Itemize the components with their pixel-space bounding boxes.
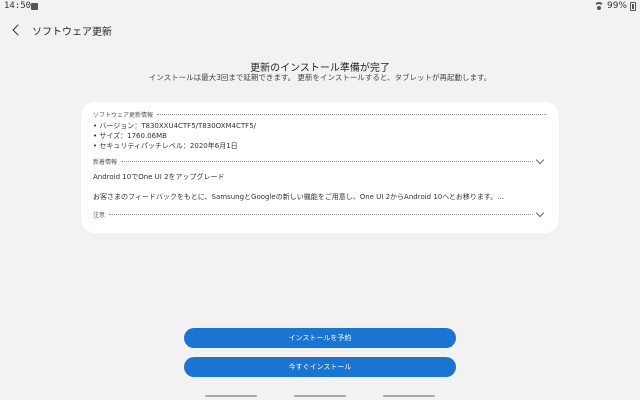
nav-bar-indicator xyxy=(205,395,257,397)
nav-bar-indicator xyxy=(294,395,346,397)
page-title: ソフトウェア更新 xyxy=(32,27,112,38)
security-patch-line: • セキュリティパッチレベル：2020年6月1日 xyxy=(93,142,238,150)
chevron-down-icon[interactable] xyxy=(535,208,545,218)
whats-new-line-1: Android 10でOne UI 2をアップグレード xyxy=(93,173,225,181)
battery-percent: 99% xyxy=(606,1,627,11)
software-info-section-header: ソフトウェア更新情報 xyxy=(93,110,547,119)
install-now-button[interactable]: 今すぐインストール xyxy=(184,357,456,377)
update-ready-subheading: インストールは最大3回まで延期できます。 更新をインストールすると、タブレットが… xyxy=(148,73,492,82)
app-header: ソフトウェア更新 xyxy=(0,18,640,42)
whats-new-section-header[interactable]: 新着情報 xyxy=(93,157,533,166)
software-info-title: ソフトウェア更新情報 xyxy=(93,112,154,119)
battery-icon xyxy=(630,1,636,11)
size-line: • サイズ：1760.06MB xyxy=(93,132,167,140)
chevron-down-icon[interactable] xyxy=(535,155,545,165)
status-right: 99% xyxy=(593,1,636,11)
wifi-icon xyxy=(593,2,604,10)
update-info-card: ソフトウェア更新情報 • バージョン：T830XXU4CTF5/T830OXM4… xyxy=(81,102,559,233)
status-time: 14:50 xyxy=(4,1,32,11)
section-divider xyxy=(157,114,547,115)
back-arrow-icon[interactable] xyxy=(10,22,26,38)
section-divider xyxy=(109,214,533,215)
notification-icon xyxy=(31,3,38,10)
whats-new-title: 新着情報 xyxy=(93,159,118,166)
schedule-install-button[interactable]: インストールを予約 xyxy=(184,328,456,348)
notes-section-header[interactable]: 注意 xyxy=(93,210,533,219)
whats-new-line-2: お客さまのフィードバックをもとに、SamsungとGoogleの新しい機能をご用… xyxy=(93,193,505,201)
status-bar: 14:50 99% xyxy=(0,0,640,14)
nav-bar-indicator xyxy=(383,395,435,397)
version-line: • バージョン：T830XXU4CTF5/T830OXM4CTF5/ xyxy=(93,122,257,130)
notes-title: 注意 xyxy=(93,212,106,219)
section-divider xyxy=(121,161,533,162)
